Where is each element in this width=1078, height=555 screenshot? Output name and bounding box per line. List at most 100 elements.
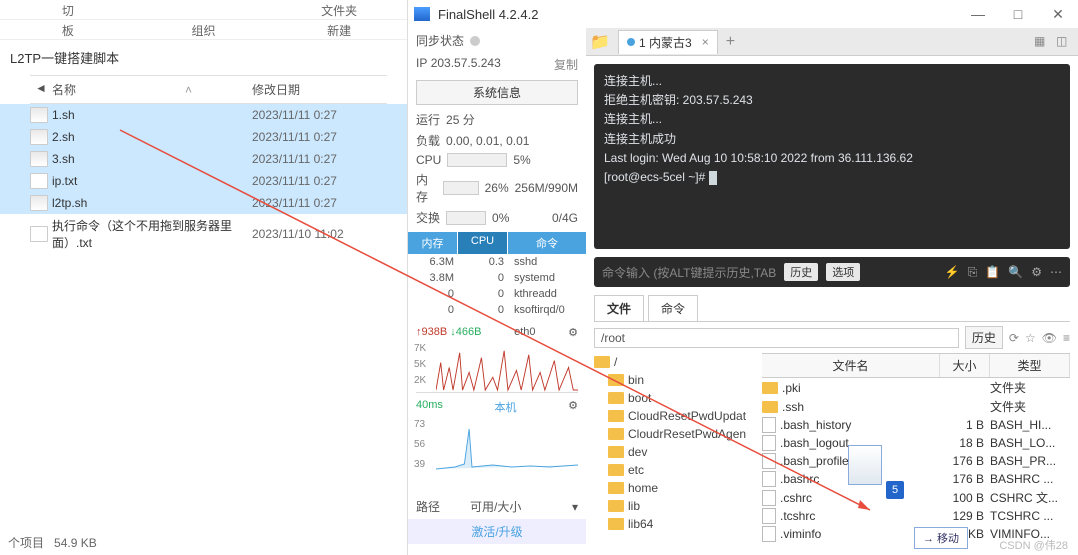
latency-value: 40ms: [416, 399, 443, 415]
settings-icon[interactable]: ⚙: [568, 326, 578, 339]
dir-item[interactable]: dev: [594, 443, 754, 461]
terminal-area: 📁 1 内蒙古3 × + ▦ ◫ 连接主机... 拒绝主机密钥: 203.57.…: [586, 28, 1078, 555]
breadcrumb[interactable]: L2TP一键搭建脚本: [0, 40, 407, 75]
terminal[interactable]: 连接主机... 拒绝主机密钥: 203.57.5.243 连接主机... 连接主…: [594, 64, 1070, 249]
copy-icon[interactable]: ⎘: [968, 265, 978, 280]
sh-file-icon: [30, 107, 48, 123]
tab-file[interactable]: 文件: [594, 295, 644, 321]
dir-item[interactable]: CloudResetPwdUpdat: [594, 407, 754, 425]
refresh-icon[interactable]: ⟳: [1009, 331, 1019, 345]
folder-icon: [608, 482, 624, 494]
more-icon[interactable]: ⋯: [1050, 265, 1062, 280]
folder-icon: [608, 518, 624, 530]
tab-bar: 📁 1 内蒙古3 × + ▦ ◫: [586, 28, 1078, 56]
titlebar: FinalShell 4.2.4.2 — □ ✕: [408, 0, 1078, 28]
copy-ip-button[interactable]: 复制: [554, 56, 578, 73]
process-row[interactable]: 00ksoftirqd/0: [408, 302, 586, 318]
sysinfo-button[interactable]: 系统信息: [416, 80, 578, 105]
file-icon: [762, 508, 776, 524]
close-button[interactable]: ✕: [1038, 0, 1078, 28]
activate-button[interactable]: 激活/升级: [408, 519, 586, 544]
maximize-button[interactable]: □: [998, 0, 1038, 28]
file-row[interactable]: 3.sh2023/11/11 0:27: [0, 148, 407, 170]
col-date[interactable]: 修改日期: [252, 81, 387, 98]
directory-tree[interactable]: /binbootCloudResetPwdUpdatCloudrResetPwd…: [594, 353, 754, 543]
remote-file-row[interactable]: .bash_logout18 BBASH_LO...: [762, 434, 1070, 452]
command-bar: 命令输入 (按ALT键提示历史,TAB 历史 选项 ⚡ ⎘ 📋 🔍 ⚙ ⋯: [594, 257, 1070, 287]
net-up: ↑938B: [416, 326, 447, 338]
dir-item[interactable]: bin: [594, 371, 754, 389]
tab-close-icon[interactable]: ×: [702, 35, 709, 49]
remote-file-row[interactable]: .bash_history1 BBASH_HI...: [762, 416, 1070, 434]
file-row[interactable]: 执行命令（这个不用拖到服务器里面）.txt2023/11/10 11:02: [0, 214, 407, 254]
explorer-panel: 切 文件夹 板 组织 新建 L2TP一键搭建脚本 ◄ 名称 ˄ 修改日期 1.sh…: [0, 0, 408, 555]
remote-file-row[interactable]: .bashrc176 BBASHRC ...: [762, 470, 1070, 488]
minimize-button[interactable]: —: [958, 0, 998, 28]
dir-item[interactable]: boot: [594, 389, 754, 407]
process-row[interactable]: 3.8M0systemd: [408, 270, 586, 286]
sh-file-icon: [30, 129, 48, 145]
process-row[interactable]: 6.3M0.3sshd: [408, 254, 586, 270]
folder-icon: [608, 410, 624, 422]
ribbon-board: 板: [0, 20, 136, 39]
menu-icon[interactable]: ≡: [1063, 331, 1070, 345]
star-icon[interactable]: ☆: [1025, 331, 1036, 345]
ribbon-new[interactable]: 新建: [271, 20, 407, 39]
chevron-down-icon[interactable]: ▾: [572, 500, 578, 514]
sort-chevron-icon[interactable]: ˄: [185, 83, 192, 97]
drag-preview: 5: [848, 445, 898, 495]
dir-item[interactable]: CloudrResetPwdAgen: [594, 425, 754, 443]
explorer-ribbon2: 板 组织 新建: [0, 20, 407, 40]
net-chart: 7K 5K 2K: [416, 343, 578, 393]
dir-item[interactable]: /: [594, 353, 754, 371]
remote-file-row[interactable]: .pki文件夹: [762, 378, 1070, 397]
dir-item[interactable]: lib: [594, 497, 754, 515]
search-icon[interactable]: 🔍: [1008, 265, 1023, 280]
folder-icon[interactable]: 📁: [586, 32, 614, 52]
file-row[interactable]: ip.txt2023/11/11 0:27: [0, 170, 407, 192]
dir-item[interactable]: lib64: [594, 515, 754, 533]
file-row[interactable]: l2tp.sh2023/11/11 0:27: [0, 192, 407, 214]
tab-session[interactable]: 1 内蒙古3 ×: [618, 30, 718, 54]
settings-icon[interactable]: ⚙: [568, 399, 578, 415]
back-icon[interactable]: ◄: [30, 81, 52, 98]
remote-file-row[interactable]: .bash_profile176 BBASH_PR...: [762, 452, 1070, 470]
file-row[interactable]: 1.sh2023/11/11 0:27: [0, 104, 407, 126]
ribbon-cut[interactable]: 切: [0, 0, 136, 19]
add-tab-button[interactable]: +: [726, 33, 735, 51]
file-tabs: 文件 命令: [594, 295, 1070, 322]
layout-icon[interactable]: ◫: [1056, 34, 1072, 50]
ribbon-folder: 文件夹: [271, 0, 407, 19]
path-input[interactable]: /root: [594, 328, 959, 348]
folder-icon: [608, 500, 624, 512]
latency-chart: 73 56 39: [416, 419, 578, 477]
file-icon: [762, 490, 776, 506]
command-input[interactable]: 命令输入 (按ALT键提示历史,TAB: [602, 264, 776, 281]
watermark: CSDN @伟28: [999, 537, 1068, 553]
history-button[interactable]: 历史: [784, 263, 818, 281]
file-list-header: 文件名 大小 类型: [762, 353, 1070, 378]
process-row[interactable]: 00kthreadd: [408, 286, 586, 302]
options-button[interactable]: 选项: [826, 263, 860, 281]
grid-icon[interactable]: ▦: [1034, 34, 1050, 50]
tab-cmd[interactable]: 命令: [648, 295, 698, 321]
bolt-icon[interactable]: ⚡: [945, 265, 960, 280]
file-icon: [762, 453, 776, 469]
file-icon: [762, 471, 776, 487]
remote-file-row[interactable]: .cshrc100 BCSHRC 文...: [762, 488, 1070, 507]
paste-icon[interactable]: 📋: [985, 265, 1000, 280]
eye-icon[interactable]: 👁: [1042, 331, 1057, 345]
dir-item[interactable]: home: [594, 479, 754, 497]
file-row[interactable]: 2.sh2023/11/11 0:27: [0, 126, 407, 148]
app-title: FinalShell 4.2.4.2: [438, 7, 538, 22]
folder-icon: [608, 392, 624, 404]
path-history-button[interactable]: 历史: [965, 326, 1003, 349]
gear-icon[interactable]: ⚙: [1031, 265, 1042, 280]
remote-file-row[interactable]: .tcshrc129 BTCSHRC ...: [762, 507, 1070, 525]
remote-file-row[interactable]: .ssh文件夹: [762, 397, 1070, 416]
file-list-panel: 文件名 大小 类型 .pki文件夹.ssh文件夹.bash_history1 B…: [762, 353, 1070, 543]
dir-item[interactable]: etc: [594, 461, 754, 479]
file-icon: [762, 417, 776, 433]
col-name[interactable]: 名称: [52, 83, 76, 97]
finalshell-window: FinalShell 4.2.4.2 — □ ✕ 同步状态 IP 203.57.…: [408, 0, 1078, 555]
